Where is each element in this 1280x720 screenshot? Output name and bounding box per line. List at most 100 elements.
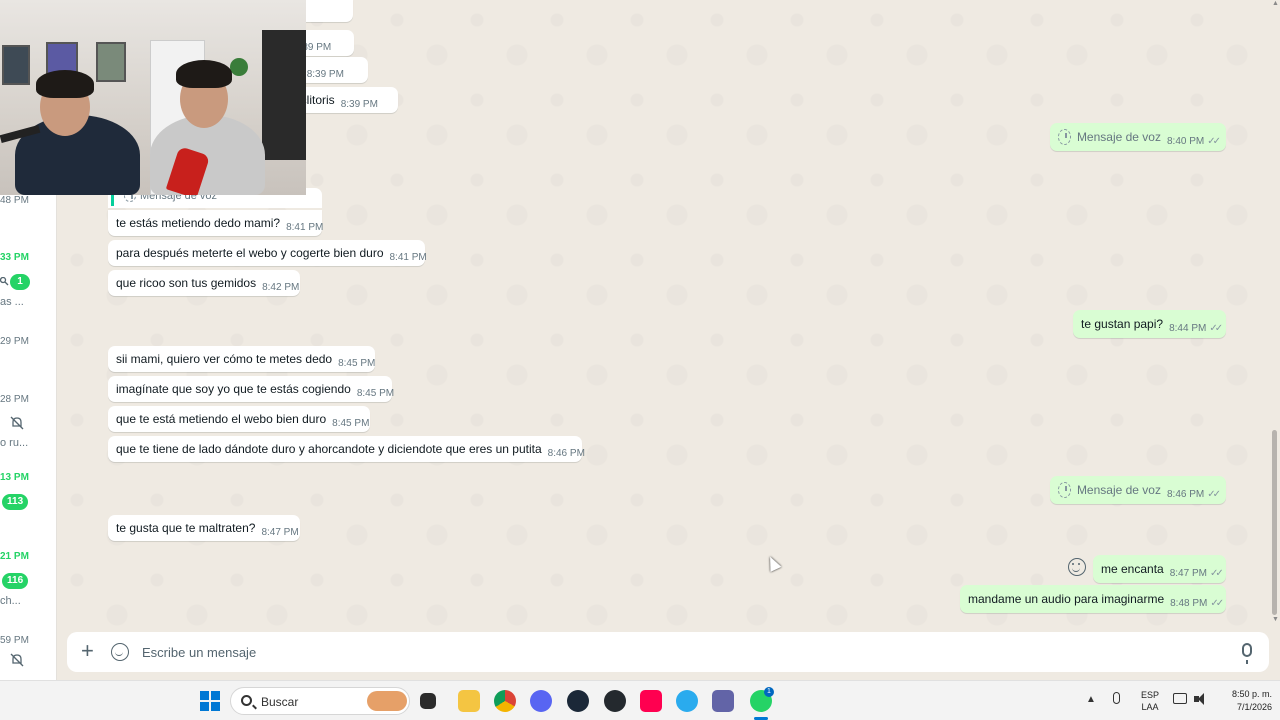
steam-icon[interactable] <box>567 690 589 712</box>
outgoing-voice-message[interactable]: Mensaje de voz 8:46 PM ✓✓ <box>1050 476 1226 504</box>
scroll-down-icon[interactable]: ▼ <box>1272 616 1279 623</box>
read-ticks-icon: ✓✓ <box>1209 567 1224 579</box>
github-icon[interactable] <box>604 690 626 712</box>
outgoing-message[interactable]: mandame un audio para imaginarme 8:48 PM… <box>960 585 1226 613</box>
chevron-up-icon[interactable]: ▲ <box>1086 694 1096 705</box>
message-time: 8:45 PM <box>356 387 395 399</box>
message-text: te gustan papi? <box>1081 317 1164 331</box>
tiktok-icon[interactable] <box>640 690 662 712</box>
person-left-hair <box>36 70 94 98</box>
plant <box>230 58 248 76</box>
incoming-message[interactable]: que te tiene de lado dándote duro y ahor… <box>108 436 585 462</box>
message-time: 8:40 PM <box>1166 135 1205 147</box>
message-time: 8:45 PM <box>338 357 376 369</box>
message-text: que te tiene de lado dándote duro y ahor… <box>116 442 542 456</box>
chrome-icon[interactable] <box>494 690 516 712</box>
outgoing-voice-message[interactable]: Mensaje de voz 8:40 PM ✓✓ <box>1050 123 1226 151</box>
network-icon[interactable] <box>1173 693 1187 704</box>
sticker-icon[interactable] <box>111 643 129 661</box>
message-text: que te está metiendo el webo bien duro <box>116 412 327 426</box>
message-time: 8:41 PM <box>286 221 324 233</box>
unread-badge: 116 <box>2 573 29 589</box>
message-text: te gusta que te maltraten? <box>116 521 256 535</box>
teams-icon[interactable] <box>712 690 734 712</box>
message-text: que ricoo son tus gemidos <box>116 276 257 290</box>
message-composer: + Escribe un mensaje <box>57 627 1280 680</box>
clock-time: 8:50 p. m. <box>1231 689 1272 699</box>
message-time: 8:48 PM <box>1170 597 1208 609</box>
message-time: 8:46 PM <box>1166 488 1205 500</box>
chat-snippet: ch... <box>0 595 21 607</box>
composer-box[interactable]: + Escribe un mensaje <box>67 632 1269 672</box>
chat-scrollbar[interactable]: ▲ ▼ <box>1270 0 1280 627</box>
wall-poster <box>2 45 30 85</box>
message-text: te estás metiendo dedo mami? <box>116 216 281 230</box>
chat-time: 21 PM <box>0 551 29 562</box>
message-time: 8:39 PM <box>306 68 344 80</box>
webcam-overlay <box>0 0 306 195</box>
language-indicator[interactable]: ESP LAA <box>1140 689 1160 713</box>
taskbar-search[interactable]: Buscar <box>230 687 410 715</box>
start-icon[interactable] <box>200 691 220 711</box>
message-text: sii mami, quiero ver cómo te metes dedo <box>116 352 333 366</box>
chat-time: 13 PM <box>0 472 29 483</box>
incoming-message[interactable]: que ricoo son tus gemidos 8:42 PM <box>108 270 300 296</box>
chat-time: 29 PM <box>0 336 29 347</box>
system-clock[interactable]: 8:50 p. m. 7/1/2026 <box>1212 688 1272 714</box>
message-time: 8:47 PM <box>1169 567 1207 579</box>
message-text: mandame un audio para imaginarme <box>968 592 1165 606</box>
message-time: 8:47 PM <box>261 526 299 538</box>
message-text: me encanta <box>1101 562 1164 576</box>
message-time: 8:46 PM <box>547 447 585 459</box>
message-time: 8:45 PM <box>332 417 370 429</box>
incoming-message[interactable]: que te está metiendo el webo bien duro 8… <box>108 406 370 432</box>
muted-bell-icon <box>10 653 26 669</box>
message-text: para después meterte el webo y cogerte b… <box>116 246 384 260</box>
react-emoji-icon[interactable] <box>1068 558 1086 576</box>
message-time: 8:44 PM <box>1169 322 1207 334</box>
attach-plus-icon[interactable]: + <box>81 640 94 662</box>
person-right-hair <box>176 60 232 88</box>
read-ticks-icon: ✓✓ <box>1207 135 1221 147</box>
microphone-tray-icon[interactable] <box>1113 692 1120 704</box>
clock-date: 7/1/2026 <box>1236 702 1272 712</box>
search-icon <box>241 695 252 706</box>
chat-time: 59 PM <box>0 635 29 646</box>
voice-record-icon[interactable] <box>1242 643 1252 664</box>
folder-icon[interactable] <box>458 690 480 712</box>
outgoing-message[interactable]: me encanta 8:47 PM ✓✓ <box>1093 555 1226 583</box>
unread-badge: 113 <box>2 494 29 510</box>
search-highlight-icon <box>367 691 407 711</box>
chat-time: 48 PM <box>0 195 29 206</box>
voice-note-icon <box>1058 482 1071 498</box>
unread-badge: 1 <box>10 274 30 290</box>
scroll-up-icon[interactable]: ▲ <box>1272 0 1279 7</box>
chat-snippet: as ... <box>0 296 24 308</box>
read-ticks-icon: ✓✓ <box>1209 322 1223 334</box>
volume-icon[interactable] <box>1194 693 1208 705</box>
voice-note-icon <box>1058 129 1071 145</box>
message-time: 8:41 PM <box>389 251 427 263</box>
read-ticks-icon: ✓✓ <box>1207 488 1221 500</box>
fridge <box>262 30 306 160</box>
scroll-thumb[interactable] <box>1272 430 1277 615</box>
lang-bottom: LAA <box>1141 702 1159 712</box>
voice-label: Mensaje de voz <box>1076 130 1161 144</box>
incoming-message[interactable]: te estás metiendo dedo mami? 8:41 PM <box>108 210 324 236</box>
telegram-icon[interactable] <box>676 690 698 712</box>
incoming-message[interactable]: imagínate que soy yo que te estás cogien… <box>108 376 395 402</box>
incoming-message[interactable]: para después meterte el webo y cogerte b… <box>108 240 427 266</box>
message-text: imagínate que soy yo que te estás cogien… <box>116 382 351 396</box>
message-time: 8:39 PM <box>340 98 378 110</box>
read-ticks-icon: ✓✓ <box>1210 597 1224 609</box>
file-explorer-icon[interactable] <box>420 693 436 709</box>
chat-time: 28 PM <box>0 394 29 405</box>
incoming-message[interactable]: te gusta que te maltraten? 8:47 PM <box>108 515 300 541</box>
message-input[interactable]: Escribe un mensaje <box>142 645 256 660</box>
whatsapp-badge: 1 <box>764 687 774 697</box>
incoming-message[interactable]: sii mami, quiero ver cómo te metes dedo … <box>108 346 375 372</box>
outgoing-message[interactable]: te gustan papi? 8:44 PM ✓✓ <box>1073 310 1226 338</box>
muted-bell-icon <box>10 416 26 432</box>
chat-snippet: o ru... <box>0 437 29 449</box>
discord-icon[interactable] <box>530 690 552 712</box>
